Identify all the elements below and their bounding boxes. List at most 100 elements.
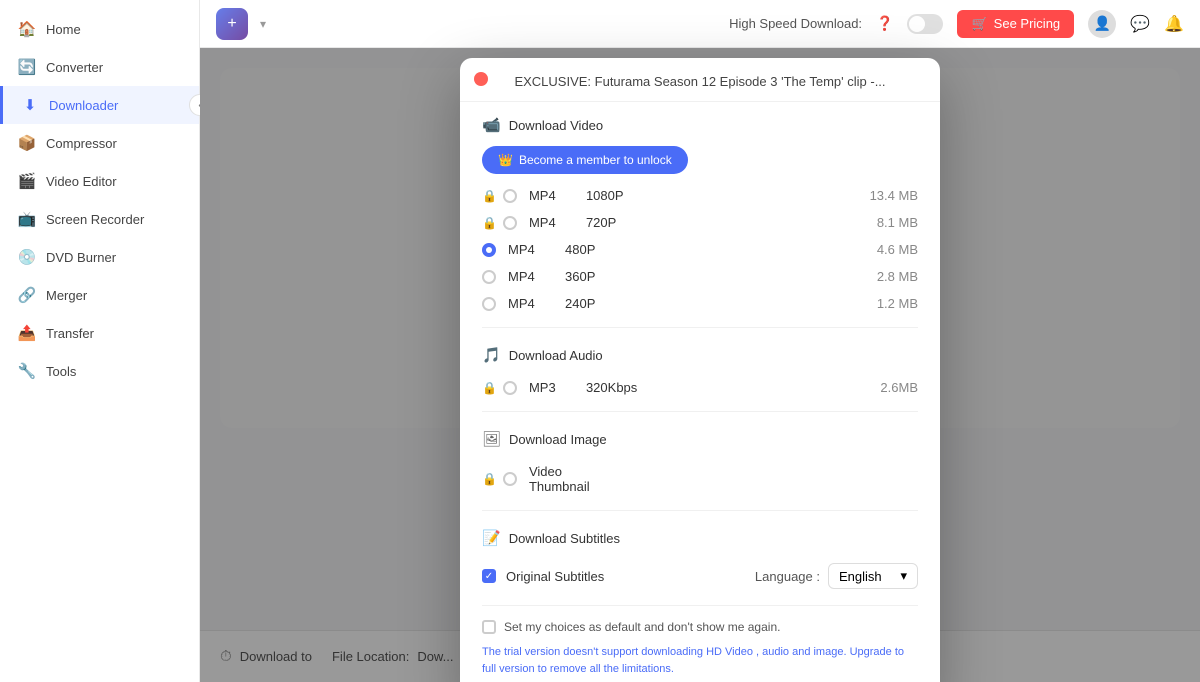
format-720p: MP4	[529, 215, 574, 230]
radio-480p[interactable]	[482, 243, 496, 257]
message-icon[interactable]: 💬	[1130, 14, 1150, 34]
downloader-icon: ⬇	[21, 96, 39, 114]
download-modal: EXCLUSIVE: Futurama Season 12 Episode 3 …	[460, 58, 940, 682]
size-mp3: 2.6MB	[880, 380, 918, 395]
sidebar-item-downloader[interactable]: ⬇ Downloader ‹	[0, 86, 199, 124]
topbar-left: + ▾	[216, 8, 266, 40]
sidebar-item-converter[interactable]: 🔄 Converter	[0, 48, 199, 86]
dvd-burner-icon: 💿	[18, 248, 36, 266]
video-option-1080p[interactable]: 🔒 MP4 1080P 13.4 MB	[482, 184, 918, 207]
sidebar-label-home: Home	[46, 22, 81, 37]
remember-checkbox[interactable]	[482, 620, 496, 634]
sidebar-label-converter: Converter	[46, 60, 103, 75]
sidebar-label-dvd-burner: DVD Burner	[46, 250, 116, 265]
modal-title: EXCLUSIVE: Futurama Season 12 Episode 3 …	[460, 58, 940, 102]
radio-mp3[interactable]	[503, 381, 517, 395]
subtitle-row: Original Subtitles Language : English ▾	[482, 559, 918, 593]
audio-section-icon: 🎵	[482, 346, 501, 364]
sidebar-label-transfer: Transfer	[46, 326, 94, 341]
quality-mp3: 320Kbps	[586, 380, 641, 395]
converter-icon: 🔄	[18, 58, 36, 76]
sidebar-item-compressor[interactable]: 📦 Compressor	[0, 124, 199, 162]
notification-icon[interactable]: 🔔	[1164, 14, 1184, 34]
topbar-right: High Speed Download: ❓ 🛒 See Pricing 👤 💬…	[729, 10, 1184, 38]
radio-thumbnail[interactable]	[503, 472, 517, 486]
original-subtitles-label: Original Subtitles	[506, 569, 604, 584]
subtitles-section: 📝 Download Subtitles Original Subtitles …	[460, 515, 940, 601]
video-section-label: Download Video	[509, 118, 603, 133]
language-colon-label: Language :	[755, 569, 820, 584]
compressor-icon: 📦	[18, 134, 36, 152]
remember-row: Set my choices as default and don't show…	[460, 610, 940, 638]
audio-option-mp3[interactable]: 🔒 MP3 320Kbps 2.6MB	[482, 376, 918, 399]
video-option-480p[interactable]: MP4 480P 4.6 MB	[482, 238, 918, 261]
sidebar-item-video-editor[interactable]: 🎬 Video Editor	[0, 162, 199, 200]
res-1080p: 1080P	[586, 188, 641, 203]
radio-360p[interactable]	[482, 270, 496, 284]
divider-1	[482, 327, 918, 328]
radio-lock-1080p: 🔒	[482, 189, 517, 203]
audio-section-label: Download Audio	[509, 348, 603, 363]
image-section-label: Download Image	[509, 432, 607, 447]
image-section: 🖼 Download Image 🔒 Video Thumbnail	[460, 416, 940, 506]
question-icon[interactable]: ❓	[876, 15, 893, 32]
radio-lock-720p: 🔒	[482, 216, 517, 230]
sidebar-item-merger[interactable]: 🔗 Merger	[0, 276, 199, 314]
lock-icon-720p: 🔒	[482, 216, 497, 230]
radio-240p[interactable]	[482, 297, 496, 311]
remember-label: Set my choices as default and don't show…	[504, 620, 780, 634]
lock-icon-thumbnail: 🔒	[482, 472, 497, 486]
video-option-360p[interactable]: MP4 360P 2.8 MB	[482, 265, 918, 288]
high-speed-toggle[interactable]	[907, 14, 943, 34]
language-value: English	[839, 569, 882, 584]
sidebar-label-compressor: Compressor	[46, 136, 117, 151]
divider-4	[482, 605, 918, 606]
lock-icon-mp3: 🔒	[482, 381, 497, 395]
sidebar-label-video-editor: Video Editor	[46, 174, 117, 189]
video-section-icon: 📹	[482, 116, 501, 134]
subtitles-section-header: 📝 Download Subtitles	[482, 529, 918, 547]
image-option-thumbnail[interactable]: 🔒 Video Thumbnail	[482, 460, 918, 498]
format-1080p: MP4	[529, 188, 574, 203]
language-dropdown[interactable]: English ▾	[828, 563, 918, 589]
subtitles-section-icon: 📝	[482, 529, 501, 547]
language-row: Language : English ▾	[755, 563, 918, 589]
unlock-banner[interactable]: 👑 Become a member to unlock	[482, 146, 688, 174]
see-pricing-label: See Pricing	[994, 16, 1060, 31]
modal-close-button[interactable]	[474, 72, 488, 86]
subtitles-section-label: Download Subtitles	[509, 531, 620, 546]
trial-notice[interactable]: The trial version doesn't support downlo…	[460, 638, 940, 682]
sidebar-item-tools[interactable]: 🔧 Tools	[0, 352, 199, 390]
sidebar-item-home[interactable]: 🏠 Home	[0, 10, 199, 48]
tools-icon: 🔧	[18, 362, 36, 380]
topbar-chevron-icon[interactable]: ▾	[260, 17, 266, 31]
video-options-list: 🔒 MP4 1080P 13.4 MB 🔒	[482, 184, 918, 315]
radio-720p[interactable]	[503, 216, 517, 230]
image-section-icon: 🖼	[482, 430, 501, 448]
modal-overlay: EXCLUSIVE: Futurama Season 12 Episode 3 …	[200, 48, 1200, 682]
divider-2	[482, 411, 918, 412]
video-option-720p[interactable]: 🔒 MP4 720P 8.1 MB	[482, 211, 918, 234]
size-240p: 1.2 MB	[877, 296, 918, 311]
sidebar: 🏠 Home 🔄 Converter ⬇ Downloader ‹ 📦 Comp…	[0, 0, 200, 682]
user-avatar[interactable]: 👤	[1088, 10, 1116, 38]
sidebar-item-dvd-burner[interactable]: 💿 DVD Burner	[0, 238, 199, 276]
size-360p: 2.8 MB	[877, 269, 918, 284]
video-option-240p[interactable]: MP4 240P 1.2 MB	[482, 292, 918, 315]
sidebar-label-tools: Tools	[46, 364, 76, 379]
original-subtitles-checkbox[interactable]	[482, 569, 496, 583]
main-content: + ▾ High Speed Download: ❓ 🛒 See Pricing…	[200, 0, 1200, 682]
radio-lock-mp3: 🔒	[482, 381, 517, 395]
sidebar-item-transfer[interactable]: 📤 Transfer	[0, 314, 199, 352]
radio-1080p[interactable]	[503, 189, 517, 203]
audio-section-header: 🎵 Download Audio	[482, 346, 918, 364]
sidebar-item-screen-recorder[interactable]: 📺 Screen Recorder	[0, 200, 199, 238]
app-logo: +	[216, 8, 248, 40]
sidebar-label-merger: Merger	[46, 288, 87, 303]
sidebar-label-downloader: Downloader	[49, 98, 118, 113]
video-editor-icon: 🎬	[18, 172, 36, 190]
sidebar-label-screen-recorder: Screen Recorder	[46, 212, 144, 227]
see-pricing-button[interactable]: 🛒 See Pricing	[957, 10, 1074, 38]
res-480p: 480P	[565, 242, 620, 257]
res-360p: 360P	[565, 269, 620, 284]
